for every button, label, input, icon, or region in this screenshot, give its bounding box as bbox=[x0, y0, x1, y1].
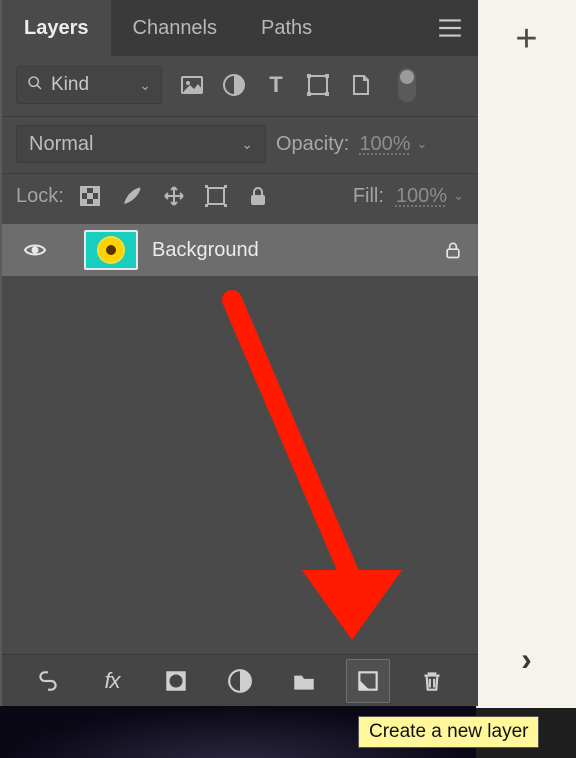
filter-toggle[interactable] bbox=[398, 68, 416, 102]
delete-layer-icon[interactable] bbox=[410, 659, 454, 703]
layer-mask-icon[interactable] bbox=[154, 659, 198, 703]
link-layers-icon[interactable] bbox=[26, 659, 70, 703]
filter-pixel-icon[interactable] bbox=[178, 71, 206, 99]
thumbnail-image bbox=[99, 238, 123, 262]
opacity-label: Opacity: bbox=[276, 133, 349, 156]
lock-row: Lock: Fill: 100% bbox=[2, 174, 478, 222]
filter-adjustment-icon[interactable] bbox=[220, 71, 248, 99]
chevron-down-icon[interactable]: ⌄ bbox=[417, 136, 428, 152]
lock-transparency-icon[interactable] bbox=[76, 182, 104, 210]
layer-thumbnail[interactable] bbox=[84, 230, 138, 270]
add-panel-icon[interactable]: + bbox=[515, 18, 537, 61]
blend-mode-select[interactable]: Normal ⌄ bbox=[16, 125, 266, 163]
layer-name[interactable]: Background bbox=[152, 239, 424, 262]
layers-bottom-toolbar: fx bbox=[2, 654, 478, 706]
opacity-value[interactable]: 100% bbox=[359, 133, 410, 156]
new-group-icon[interactable] bbox=[282, 659, 326, 703]
panel-tabs: Layers Channels Paths bbox=[2, 0, 478, 56]
lock-all-icon[interactable] bbox=[244, 182, 272, 210]
layer-filter-row: Kind ⌄ T bbox=[2, 56, 478, 116]
expand-chevron-icon[interactable]: › bbox=[521, 641, 532, 678]
layer-lock-icon[interactable] bbox=[438, 240, 468, 260]
fill-label: Fill: bbox=[353, 185, 384, 208]
layer-style-icon[interactable]: fx bbox=[90, 659, 134, 703]
blend-mode-value: Normal bbox=[29, 133, 93, 156]
lock-artboard-icon[interactable] bbox=[202, 182, 230, 210]
search-icon bbox=[27, 75, 43, 96]
lock-paint-icon[interactable] bbox=[118, 182, 146, 210]
filter-type-icons: T bbox=[178, 71, 374, 99]
fill-value[interactable]: 100% bbox=[396, 185, 447, 208]
lock-label: Lock: bbox=[16, 185, 64, 208]
filter-kind-select[interactable]: Kind ⌄ bbox=[16, 66, 162, 104]
filter-type-icon[interactable]: T bbox=[262, 71, 290, 99]
layer-row[interactable]: Background bbox=[2, 224, 478, 276]
visibility-eye-icon[interactable] bbox=[20, 238, 50, 262]
tooltip-new-layer: Create a new layer bbox=[358, 716, 539, 748]
filter-shape-icon[interactable] bbox=[304, 71, 332, 99]
layers-panel: Layers Channels Paths Kind ⌄ bbox=[0, 0, 478, 706]
tab-layers[interactable]: Layers bbox=[2, 0, 111, 56]
tab-channels[interactable]: Channels bbox=[111, 0, 240, 56]
new-layer-icon[interactable] bbox=[346, 659, 390, 703]
lock-position-icon[interactable] bbox=[160, 182, 188, 210]
panel-menu-icon[interactable] bbox=[422, 0, 478, 56]
layers-list: Background bbox=[2, 222, 478, 654]
blend-row: Normal ⌄ Opacity: 100% ⌄ bbox=[2, 117, 478, 173]
collapsed-panels-gutter: + › bbox=[476, 0, 576, 708]
chevron-down-icon[interactable]: ⌄ bbox=[453, 188, 464, 204]
chevron-down-icon: ⌄ bbox=[139, 77, 151, 94]
filter-kind-label: Kind bbox=[51, 74, 89, 96]
chevron-down-icon: ⌄ bbox=[241, 136, 253, 153]
filter-smartobject-icon[interactable] bbox=[346, 71, 374, 99]
adjustment-layer-icon[interactable] bbox=[218, 659, 262, 703]
tab-paths[interactable]: Paths bbox=[239, 0, 334, 56]
